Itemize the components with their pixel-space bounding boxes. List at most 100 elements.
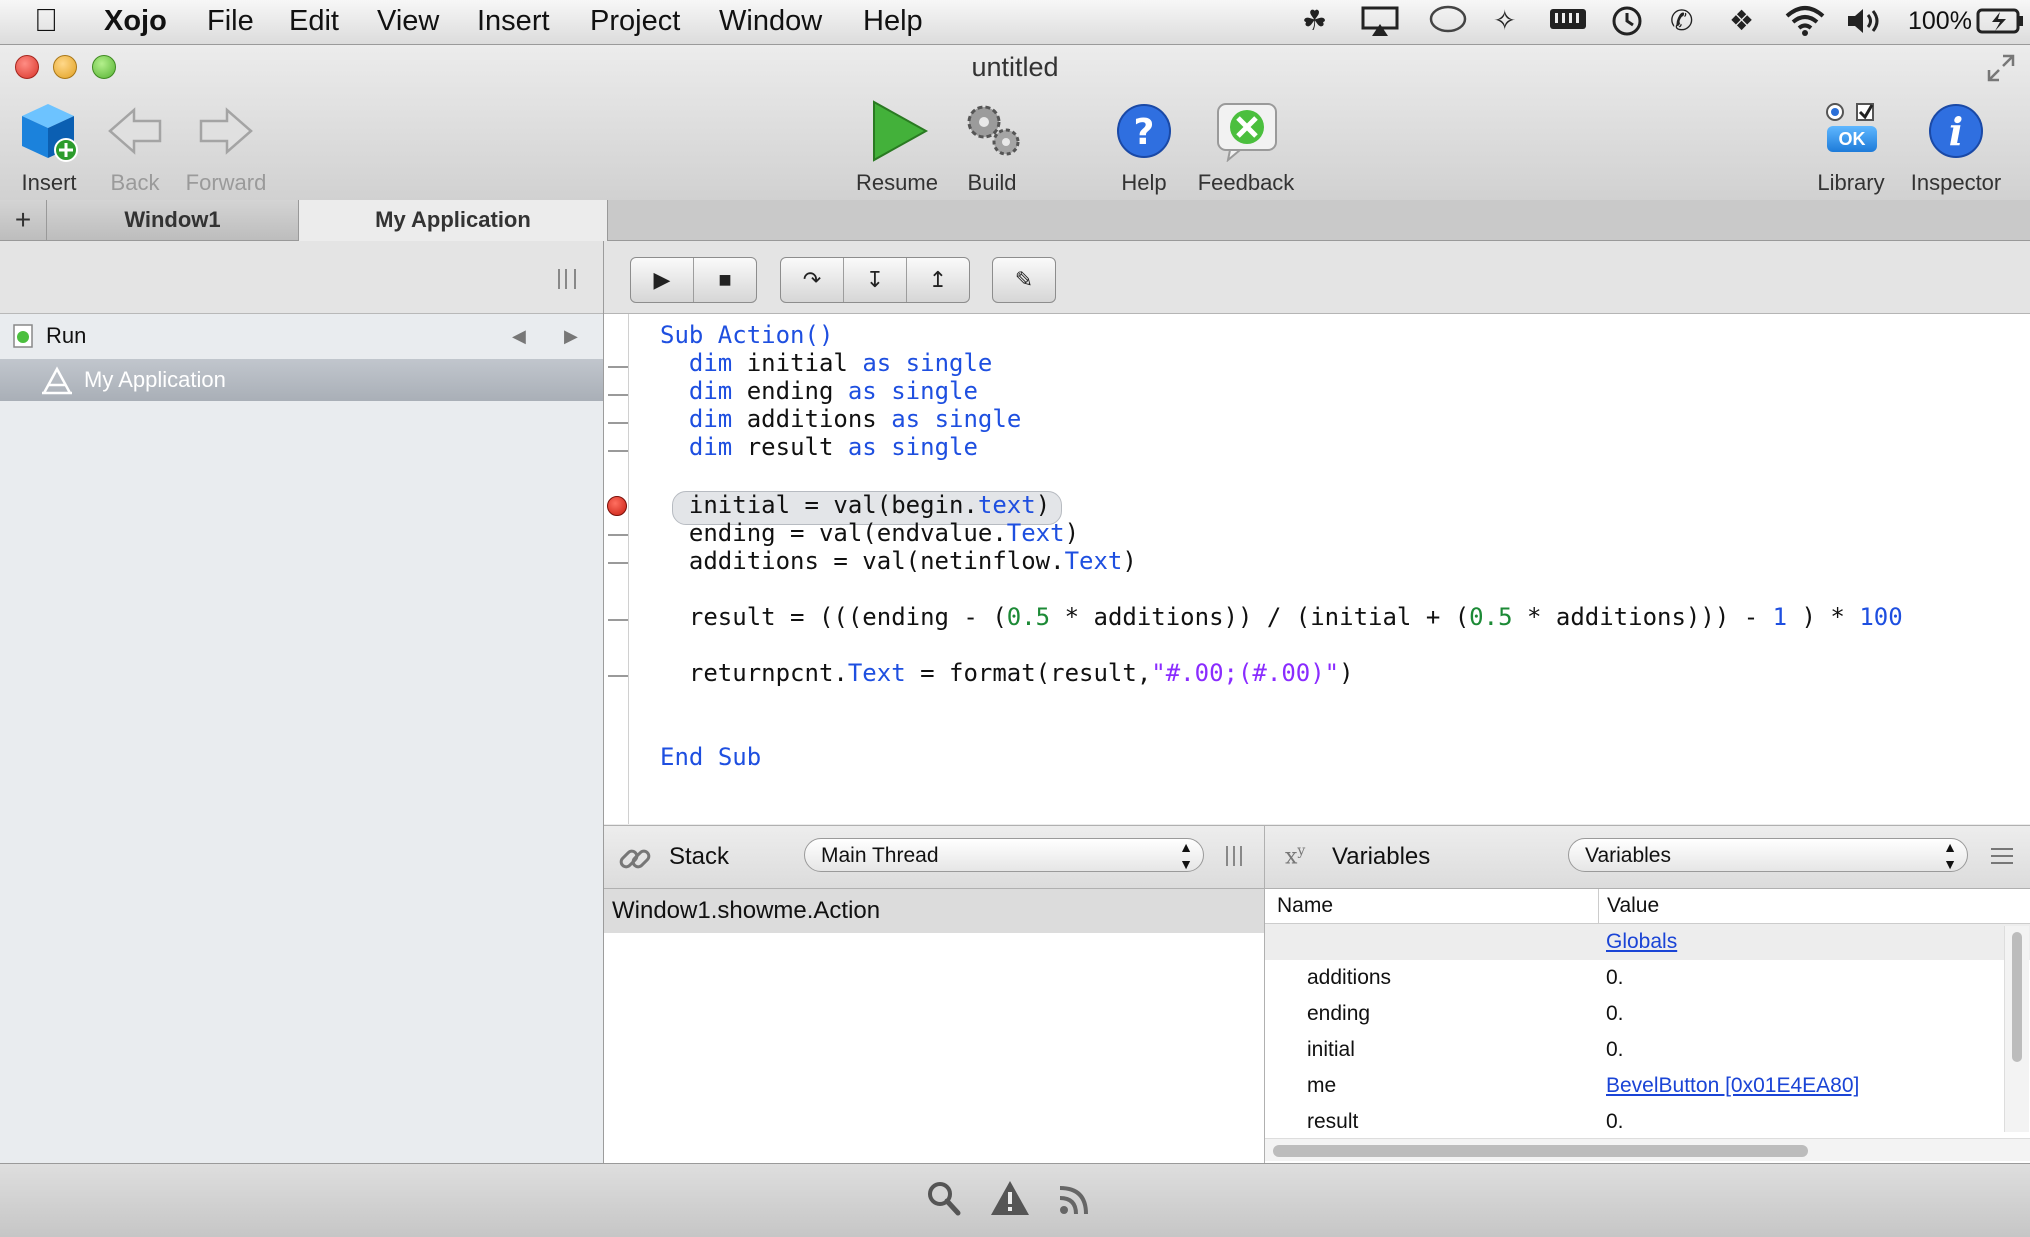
stack-panel: Stack Main Thread ▲ ▼ Window1.showme.Acti… [604,825,1265,1164]
code-line[interactable]: returnpcnt.Text = format(result,"#.00;(#… [660,659,1354,687]
debug-run-button[interactable]: ▶ [631,258,694,302]
column-value-header[interactable]: Value [1607,889,1659,923]
menu-view[interactable]: View [377,5,439,38]
search-icon[interactable] [926,1180,962,1218]
feedback-button[interactable]: Feedback [1190,100,1302,200]
messages-icon[interactable] [1428,4,1468,45]
menu-help[interactable]: Help [863,5,923,38]
wifi-icon[interactable] [1783,4,1827,45]
help-button[interactable]: ? Help [1104,100,1184,200]
build-button[interactable]: Build [952,100,1032,200]
nav-row-run[interactable]: Run ◀ ▶ [0,315,603,357]
stack-frame-row[interactable]: Window1.showme.Action [604,889,1264,933]
back-button[interactable]: Back [100,100,170,200]
code-line[interactable]: dim result as single [660,433,978,461]
bluetooth-icon[interactable]: ✧ [1493,4,1516,37]
battery-icon[interactable] [1976,6,2026,43]
code-line[interactable]: dim ending as single [660,377,978,405]
memory-icon[interactable] [1548,4,1588,41]
nav-forward-arrow-icon[interactable]: ▶ [564,315,578,357]
svg-text:?: ? [1134,112,1155,153]
code-line[interactable]: End Sub [660,743,761,771]
code-line[interactable]: dim additions as single [660,405,1021,433]
nav-back-arrow-icon[interactable]: ◀ [512,315,526,357]
menu-window[interactable]: Window [719,5,822,38]
code-line[interactable]: initial = val(begin.text) [660,491,1050,519]
line-marker[interactable] [608,394,628,396]
feed-icon[interactable] [1056,1178,1096,1218]
warning-icon[interactable] [988,1178,1032,1218]
line-marker[interactable] [608,366,628,368]
step-over-button[interactable]: ↷ [781,258,844,302]
add-tab-button[interactable]: + [0,200,47,240]
window-toolbar: untitled Insert Back Forward Resume Buil… [0,45,2030,201]
breakpoint-icon[interactable] [607,496,627,516]
code-line[interactable]: ending = val(endvalue.Text) [660,519,1079,547]
library-button[interactable]: OK Library [1808,100,1894,200]
debug-stop-button[interactable]: ■ [694,258,756,302]
dropbox-icon[interactable]: ❖ [1729,4,1754,37]
variables-globals-row: Globals [1265,924,2030,960]
line-marker[interactable] [608,534,628,536]
apple-icon[interactable]:  [34,2,58,39]
code-line[interactable]: result = (((ending - (0.5 * additions)) … [660,603,1903,631]
code-editor[interactable]: Sub Action() dim initial as single dim e… [604,314,2030,824]
volume-icon[interactable] [1845,4,1885,45]
menu-file[interactable]: File [207,5,254,38]
splitter-handle-icon[interactable] [558,269,576,289]
menu-project[interactable]: Project [590,5,680,38]
splitter-handle-icon[interactable] [1226,846,1242,866]
variables-panel: xy Variables Variables ▲ ▼ Name Value Glo… [1265,825,2030,1164]
forward-button[interactable]: Forward [180,100,272,200]
code-line-text: dim initial as single [688,349,993,377]
inspector-button[interactable]: i Inspector [1903,100,2009,200]
code-gutter[interactable] [604,314,629,824]
menu-edit[interactable]: Edit [289,5,339,38]
tab-my-application[interactable]: My Application [298,200,608,241]
step-out-button[interactable]: ↥ [907,258,969,302]
menu-insert[interactable]: Insert [477,5,550,38]
nav-row-my-application[interactable]: My Application [0,359,603,401]
line-marker[interactable] [608,619,628,621]
line-marker[interactable] [608,562,628,564]
variable-name: initial [1307,1038,1355,1061]
airplay-icon[interactable] [1360,4,1400,45]
menu-app-name[interactable]: Xojo [104,5,167,38]
edit-code-button[interactable]: ✎ [993,258,1055,302]
code-line[interactable]: Sub Action() [660,321,833,349]
help-question-icon: ? [1117,104,1171,158]
thread-popup[interactable]: Main Thread ▲ ▼ [804,838,1204,872]
variables-popup[interactable]: Variables ▲ ▼ [1568,838,1968,872]
column-name-header[interactable]: Name [1277,889,1333,923]
growl-icon[interactable]: ☘ [1302,4,1327,37]
vertical-scroll-thumb[interactable] [2012,932,2022,1062]
run-document-icon [13,324,33,348]
insert-button[interactable]: Insert [10,100,88,200]
horizontal-scrollbar[interactable] [1265,1138,2030,1161]
horizontal-scroll-thumb[interactable] [1273,1145,1808,1157]
variable-value-link[interactable]: BevelButton [0x01E4EA80] [1606,1068,1859,1104]
variable-row[interactable]: ending 0. [1265,996,2030,1032]
resume-button[interactable]: Resume [852,100,942,200]
variable-row[interactable]: result 0. [1265,1104,2030,1140]
vertical-scrollbar[interactable] [2004,926,2029,1132]
battery-percentage: 100% [1908,7,1972,35]
line-marker[interactable] [608,675,628,677]
window-title: untitled [971,52,1059,82]
globals-link[interactable]: Globals [1606,924,1677,960]
fullscreen-icon[interactable] [1986,53,2016,88]
variable-row[interactable]: me BevelButton [0x01E4EA80] [1265,1068,2030,1104]
panel-menu-icon[interactable] [1991,848,2013,864]
variables-column-header: Name Value [1265,889,2030,924]
column-divider[interactable] [1598,889,1599,923]
tab-window1[interactable]: Window1 [47,200,299,240]
code-line[interactable]: additions = val(netinflow.Text) [660,547,1137,575]
variable-row[interactable]: initial 0. [1265,1032,2030,1068]
phone-icon[interactable]: ✆ [1670,4,1693,37]
step-into-button[interactable]: ↧ [844,258,907,302]
variable-row[interactable]: additions 0. [1265,960,2030,996]
time-machine-icon[interactable] [1610,4,1644,45]
code-line[interactable]: dim initial as single [660,349,992,377]
line-marker[interactable] [608,422,628,424]
line-marker[interactable] [608,450,628,452]
